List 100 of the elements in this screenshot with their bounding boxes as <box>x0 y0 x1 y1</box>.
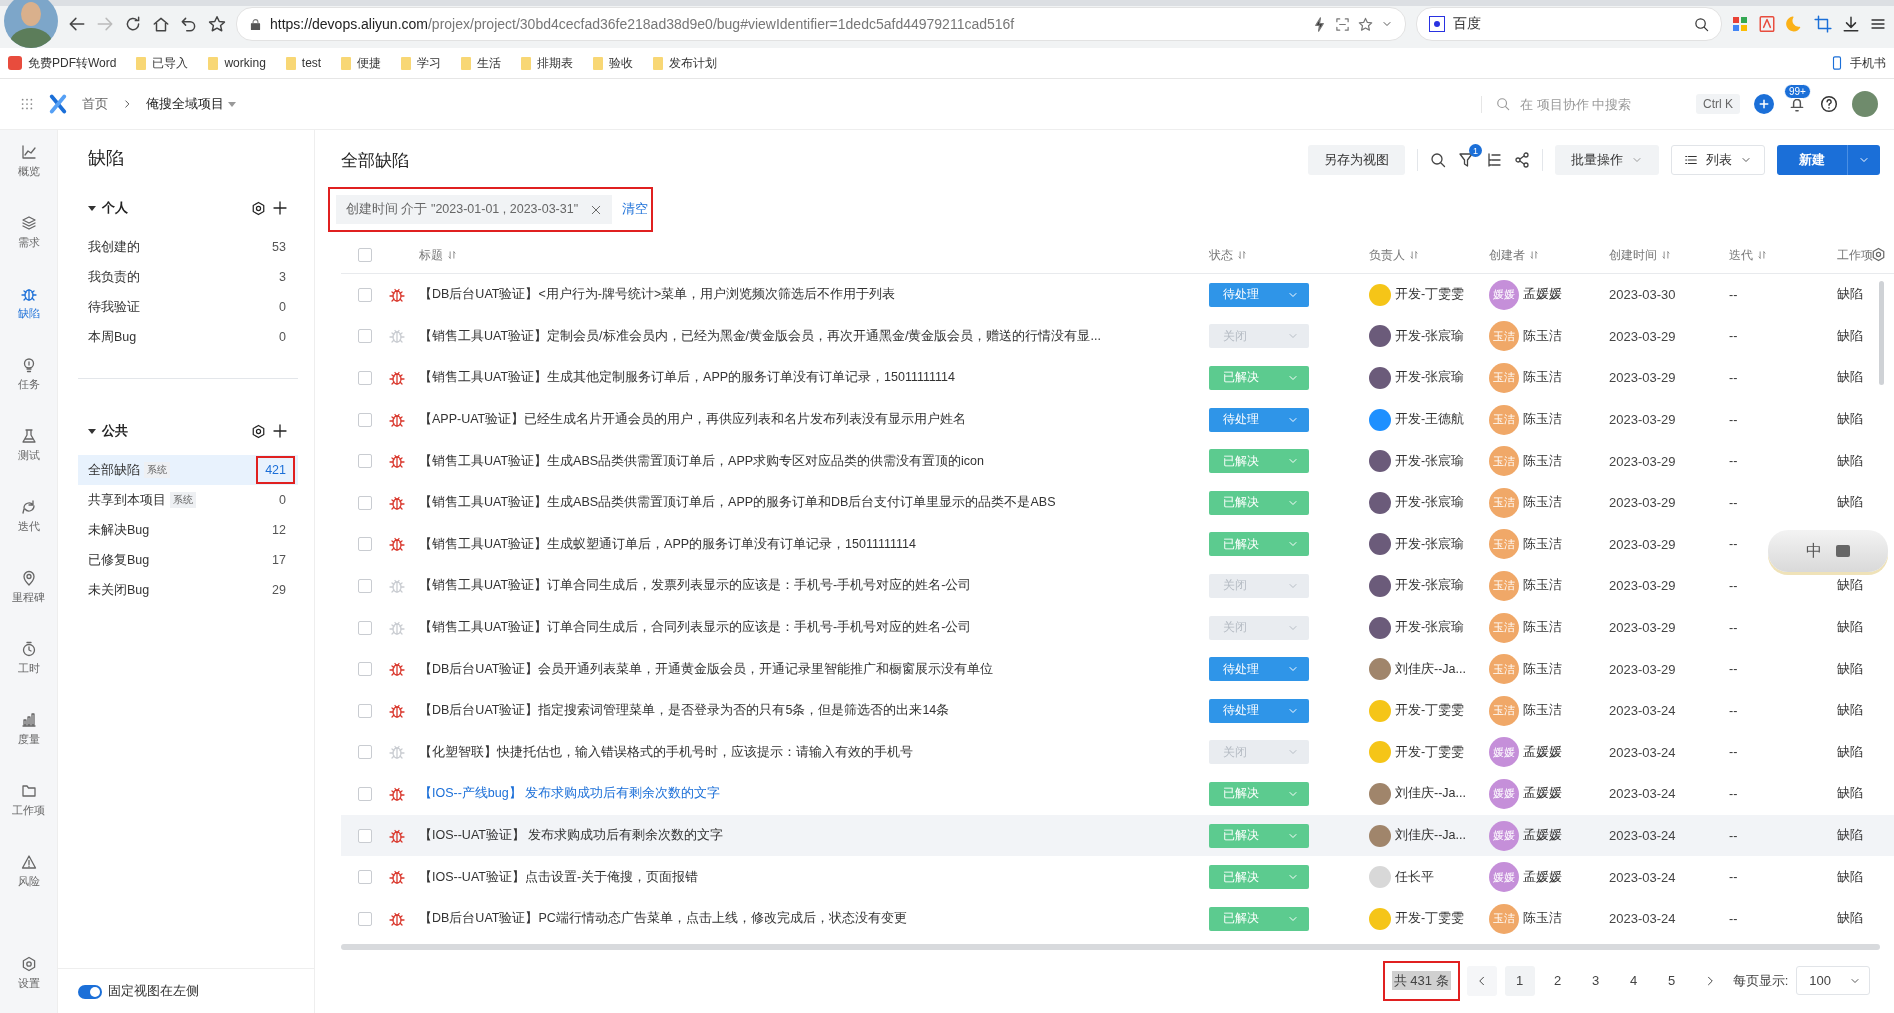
row-checkbox[interactable] <box>358 620 372 635</box>
address-bar[interactable]: https://devops.aliyun.com/projex/project/30bd4cecfad36fe218ad38d9e0/bug#viewIdentifier=1dedc5afd44979211cad516f <box>236 7 1406 41</box>
bug-title[interactable]: 【DB后台UAT验证】PC端行情动态广告菜单，点击上线，修改完成后，状态没有变更 <box>419 910 907 928</box>
view-item[interactable]: 本周Bug 0 <box>78 322 298 352</box>
bookmark[interactable]: working <box>208 56 266 70</box>
view-item[interactable]: 我创建的 53 <box>78 232 298 262</box>
toggle-switch[interactable] <box>78 984 102 999</box>
column-header[interactable]: 状态 <box>1209 246 1369 264</box>
project-selector[interactable]: 俺搜全域项目 <box>146 95 236 113</box>
row-checkbox[interactable] <box>358 828 372 843</box>
bug-title[interactable]: 【DB后台UAT验证】指定搜索词管理菜单，是否登录为否的只有5条，但是筛选否的出来14条 <box>419 702 950 720</box>
bookmark[interactable]: 排期表 <box>521 54 574 72</box>
nav-item[interactable]: 度量 <box>17 712 40 783</box>
breadcrumb-link[interactable]: 首页 <box>82 95 108 113</box>
row-checkbox[interactable] <box>358 745 372 760</box>
bookmark[interactable]: 验收 <box>593 54 634 72</box>
nav-item[interactable]: 设置 <box>17 956 40 1013</box>
bookmark[interactable]: 学习 <box>401 54 442 72</box>
create-button[interactable]: 新建 <box>1777 145 1847 175</box>
bookmark[interactable]: 发布计划 <box>653 54 718 72</box>
column-header[interactable]: 创建时间 <box>1609 246 1729 264</box>
row-checkbox[interactable] <box>358 412 372 427</box>
row-checkbox[interactable] <box>358 329 372 344</box>
row-checkbox[interactable] <box>358 911 372 926</box>
view-item[interactable]: 待我验证 0 <box>78 292 298 322</box>
bug-title[interactable]: 【销售工具UAT验证】订单合同生成后，合同列表显示的应该是：手机号-手机号对应的姓名-公司 <box>419 619 972 637</box>
page-button[interactable]: 5 <box>1656 965 1687 996</box>
bug-title[interactable]: 【IOS--UAT验证】 发布求购成功后有剩余次数的文字 <box>419 827 724 844</box>
row-checkbox[interactable] <box>358 495 372 510</box>
nav-item[interactable]: 迭代 <box>17 499 40 570</box>
page-size-dropdown[interactable]: 100 <box>1796 966 1870 995</box>
column-header[interactable]: 标题 <box>419 246 1209 264</box>
view-mode-dropdown[interactable]: 列表 <box>1671 145 1765 175</box>
ime-widget[interactable]: 中 <box>1768 530 1888 572</box>
bug-title[interactable]: 【DB后台UAT验证】会员开通列表菜单，开通黄金版会员，开通记录里智能推广和橱窗展示没有单位 <box>419 660 994 678</box>
view-item[interactable]: 全部缺陷 系统 421 <box>78 455 298 485</box>
page-button[interactable]: 2 <box>1542 965 1573 996</box>
bug-title[interactable]: 【化塑智联】快捷托估也，输入错误格式的手机号时，应该提示：请输入有效的手机号 <box>419 743 913 761</box>
user-avatar[interactable] <box>1852 91 1878 117</box>
create-dropdown-button[interactable] <box>1847 145 1880 175</box>
bug-title[interactable]: 【APP-UAT验证】已经生成名片开通会员的用户，再供应列表和名片发布列表没有显示用户姓名 <box>419 411 967 429</box>
column-header[interactable]: 工作项 <box>1837 246 1894 264</box>
row-checkbox[interactable] <box>358 578 372 593</box>
bug-title[interactable]: 【销售工具UAT验证】生成其他定制服务订单后，APP的服务订单没有订单记录，15011111114 <box>419 369 955 387</box>
search-field[interactable]: 百度 <box>1416 7 1722 41</box>
clear-link[interactable]: 清空 <box>622 201 649 218</box>
row-checkbox[interactable] <box>358 786 372 801</box>
bookmark[interactable]: 生活 <box>461 54 502 72</box>
page-button[interactable]: 1 <box>1504 965 1535 996</box>
row-checkbox[interactable] <box>358 870 372 885</box>
scrollbar[interactable] <box>1879 281 1884 385</box>
filter-chip[interactable]: 创建时间 介于 "2023-01-01 , 2023-03-31" <box>336 195 613 224</box>
bookmark[interactable]: test <box>285 56 322 70</box>
batch-actions-dropdown[interactable]: 批量操作 <box>1555 145 1659 175</box>
nav-item[interactable]: 工时 <box>17 641 40 712</box>
nav-item[interactable]: 风险 <box>17 854 40 925</box>
view-item[interactable]: 共享到本项目 系统 0 <box>78 485 298 515</box>
caret-icon[interactable] <box>88 205 96 211</box>
bug-title[interactable]: 【销售工具UAT验证】生成ABS品类供需置顶订单后，APP的服务订单和DB后台支付订单里显示的品类不是ABS <box>419 494 1056 512</box>
row-checkbox[interactable] <box>358 537 372 552</box>
add-button[interactable] <box>1754 94 1774 114</box>
view-label: 全部缺陷 <box>88 461 140 479</box>
bug-title[interactable]: 【DB后台UAT验证】<用户行为-牌号统计>菜单，用户浏览频次筛选后不作用于列表 <box>419 286 896 304</box>
user-avatar[interactable] <box>4 0 58 48</box>
bug-title[interactable]: 【销售工具UAT验证】生成蚁塑通订单后，APP的服务订单没有订单记录，15011111114 <box>419 535 916 553</box>
bookmark[interactable]: 免费PDF转Word <box>8 54 117 72</box>
view-item[interactable]: 我负责的 3 <box>78 262 298 292</box>
nav-item[interactable]: 任务 <box>17 357 40 428</box>
bug-title[interactable]: 【销售工具UAT验证】定制会员/标准会员内，已经为黑金/黄金版会员，再次开通黑金/黄金版会员，赠送的行情没有显... <box>419 327 1101 345</box>
bug-title[interactable]: 【IOS--产线bug】 发布求购成功后有剩余次数的文字 <box>419 785 721 803</box>
page-button[interactable]: 3 <box>1580 965 1611 996</box>
nav-item[interactable]: 概览 <box>17 144 40 215</box>
row-checkbox[interactable] <box>358 703 372 718</box>
scrollbar[interactable] <box>341 943 1880 950</box>
nav-item[interactable]: 需求 <box>17 215 40 286</box>
row-checkbox[interactable] <box>358 454 372 469</box>
row-checkbox[interactable] <box>358 287 372 302</box>
view-item[interactable]: 已修复Bug 17 <box>78 545 298 575</box>
nav-item[interactable]: 缺陷 <box>17 286 40 357</box>
bug-title[interactable]: 【IOS--UAT验证】点击设置-关于俺搜，页面报错 <box>419 868 699 886</box>
nav-item[interactable]: 里程碑 <box>12 570 45 641</box>
bug-title[interactable]: 【销售工具UAT验证】生成ABS品类供需置顶订单后，APP求购专区对应品类的供需没有置顶的icon <box>419 452 985 470</box>
column-header[interactable]: 创建者 <box>1489 246 1609 264</box>
bookmark[interactable]: 已导入 <box>136 54 189 72</box>
page-button[interactable]: 4 <box>1618 965 1649 996</box>
bookmark[interactable]: 便捷 <box>341 54 382 72</box>
caret-icon[interactable] <box>88 428 96 434</box>
previous-page-button[interactable] <box>1466 965 1497 996</box>
view-item[interactable]: 未解决Bug 12 <box>78 515 298 545</box>
row-checkbox[interactable] <box>358 371 372 385</box>
nav-item[interactable]: 工作项 <box>12 783 45 854</box>
column-header[interactable]: 负责人 <box>1369 246 1489 264</box>
select-all-checkbox[interactable] <box>358 248 372 262</box>
save-view-button[interactable]: 另存为视图 <box>1308 145 1405 175</box>
bookmark[interactable]: 手机书 <box>1830 54 1886 72</box>
bug-title[interactable]: 【销售工具UAT验证】订单合同生成后，发票列表显示的应该是：手机号-手机号对应的姓名-公司 <box>419 577 972 595</box>
view-item[interactable]: 未关闭Bug 29 <box>78 575 298 605</box>
nav-item[interactable]: 测试 <box>17 428 40 499</box>
row-checkbox[interactable] <box>358 662 372 677</box>
column-header[interactable]: 迭代 <box>1729 246 1837 264</box>
